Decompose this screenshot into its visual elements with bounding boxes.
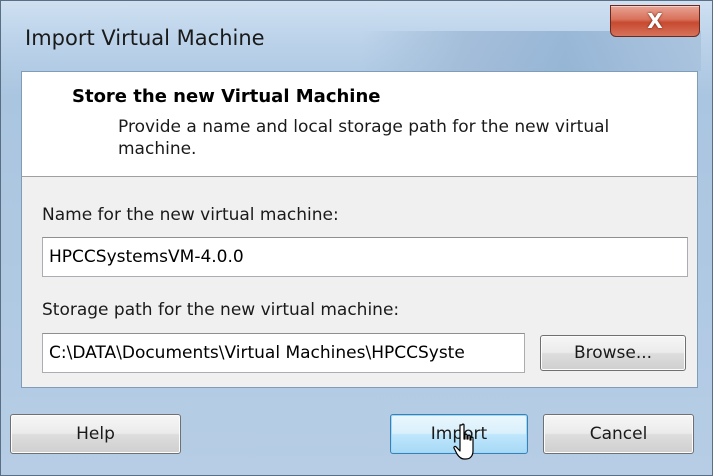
title-bar[interactable]: Import Virtual Machine X xyxy=(1,1,712,71)
path-input[interactable]: C:\DATA\Documents\Virtual Machines\HPCCS… xyxy=(42,333,525,373)
form-panel: Name for the new virtual machine: HPCCSy… xyxy=(21,176,698,388)
background-blur xyxy=(361,31,701,71)
header-title: Store the new Virtual Machine xyxy=(72,86,381,107)
close-icon: X xyxy=(647,9,663,33)
button-bar: Help Import Cancel xyxy=(10,388,698,474)
header-panel: Store the new Virtual Machine Provide a … xyxy=(21,71,698,176)
close-button[interactable]: X xyxy=(610,5,700,37)
name-input[interactable]: HPCCSystemsVM-4.0.0 xyxy=(42,237,688,277)
help-button[interactable]: Help xyxy=(10,414,181,454)
path-label: Storage path for the new virtual machine… xyxy=(42,300,400,320)
window-title: Import Virtual Machine xyxy=(25,26,265,50)
hand-pointer-cursor xyxy=(453,423,474,460)
name-label: Name for the new virtual machine: xyxy=(42,205,339,225)
header-description: Provide a name and local storage path fo… xyxy=(118,117,610,159)
import-vm-dialog: Import Virtual Machine X Store the new V… xyxy=(0,0,713,476)
cancel-button[interactable]: Cancel xyxy=(543,414,694,454)
browse-button[interactable]: Browse... xyxy=(540,335,686,371)
